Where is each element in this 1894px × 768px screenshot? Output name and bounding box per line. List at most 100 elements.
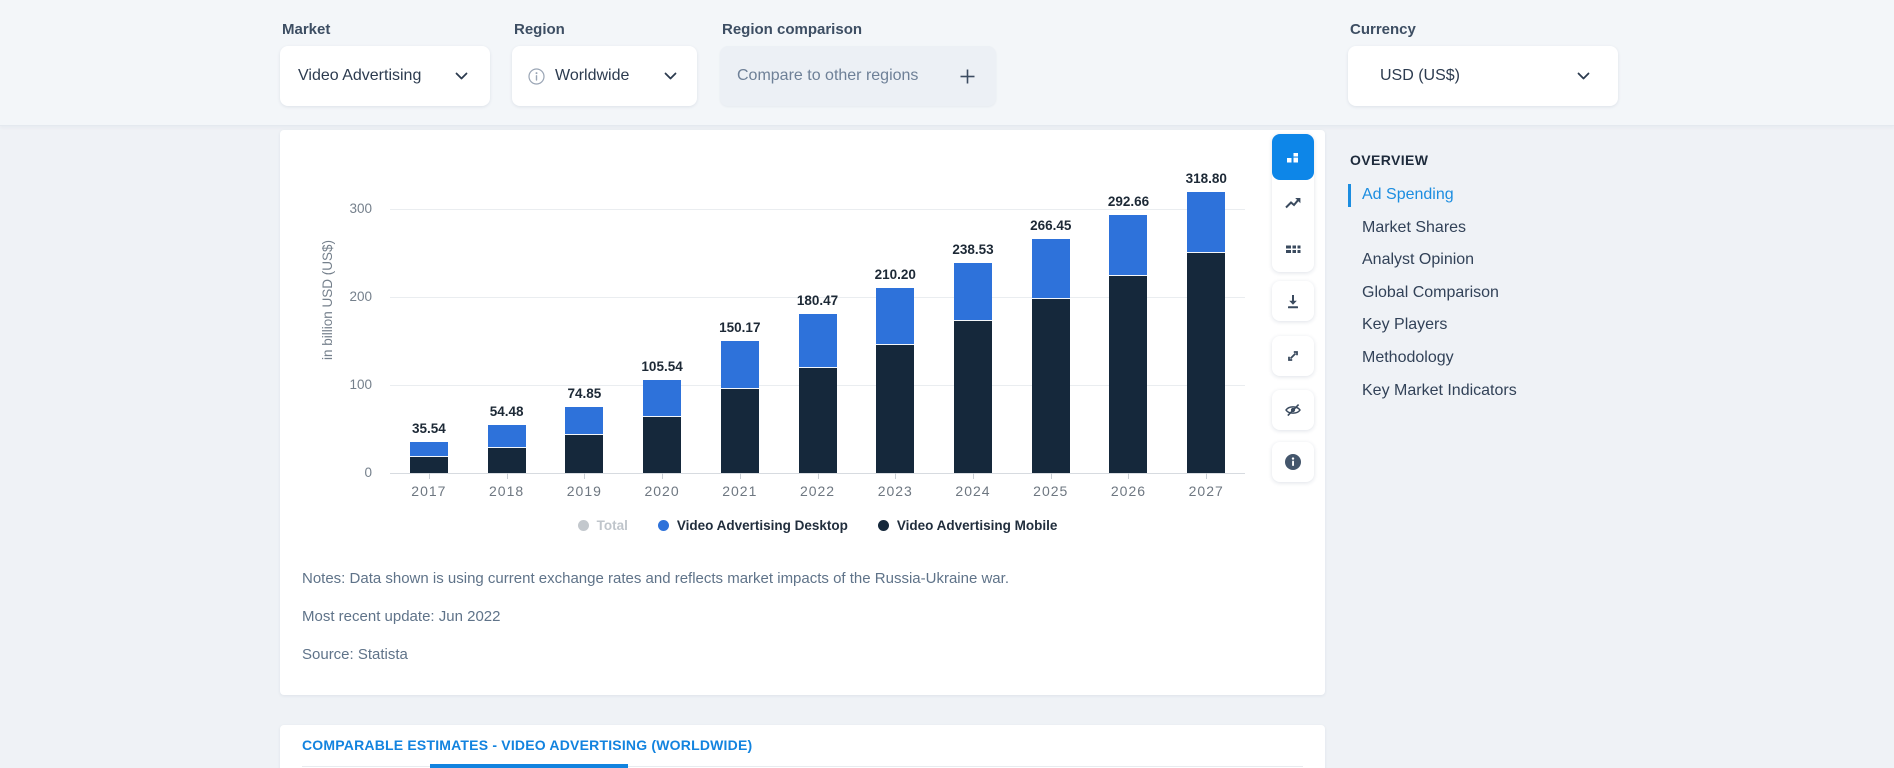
currency-dropdown[interactable]: USD (US$) bbox=[1348, 46, 1618, 106]
legend-dot-icon bbox=[657, 520, 669, 531]
bar-stack[interactable] bbox=[798, 314, 837, 473]
bar-stack[interactable] bbox=[954, 263, 992, 473]
legend-dot-icon bbox=[877, 520, 889, 531]
bar-segment-mobile[interactable] bbox=[643, 416, 682, 473]
bar-stack[interactable] bbox=[643, 380, 682, 473]
table-view-icon[interactable] bbox=[1272, 226, 1314, 272]
bar-segment-desktop[interactable] bbox=[565, 407, 604, 436]
bar-total-label: 266.45 bbox=[1030, 217, 1072, 233]
region-dropdown[interactable]: Worldwide bbox=[512, 46, 697, 106]
bar-segment-mobile[interactable] bbox=[1109, 275, 1148, 473]
bar-stack[interactable] bbox=[1109, 215, 1148, 473]
download-icon[interactable] bbox=[1272, 281, 1314, 321]
hide-data-eye-off-icon[interactable] bbox=[1272, 390, 1314, 430]
bar-group: 292.66 2026 bbox=[1090, 194, 1168, 499]
x-axis-tick bbox=[1050, 473, 1052, 479]
y-tick-label: 0 bbox=[364, 465, 372, 480]
x-tick-label: 2021 bbox=[722, 483, 758, 499]
bar-segment-mobile[interactable] bbox=[1031, 299, 1070, 473]
overview-sidenav: OVERVIEW Ad Spending Market Shares Analyst… bbox=[1348, 152, 1678, 407]
bar-stack[interactable] bbox=[565, 407, 604, 473]
bar-segment-mobile[interactable] bbox=[720, 389, 759, 473]
info-icon[interactable] bbox=[528, 67, 545, 85]
bar-segment-mobile[interactable] bbox=[487, 448, 526, 473]
bar-segment-mobile[interactable] bbox=[876, 345, 915, 473]
bar-segment-mobile[interactable] bbox=[565, 435, 604, 473]
x-axis-tick bbox=[895, 473, 897, 479]
bar-total-label: 238.53 bbox=[952, 242, 994, 258]
bar-segment-desktop[interactable] bbox=[798, 314, 837, 368]
sidebar-item-key-players[interactable]: Key Players bbox=[1348, 309, 1678, 342]
chevron-down-icon bbox=[455, 72, 468, 80]
bar-segment-desktop[interactable] bbox=[643, 380, 682, 417]
bar-segment-desktop[interactable] bbox=[1109, 215, 1148, 276]
bar-stack[interactable] bbox=[876, 288, 915, 473]
chart-bars: 35.54 2017 54.48 2018 74.85 2019 105.54 2020 150… bbox=[390, 171, 1245, 499]
bar-group: 35.54 2017 bbox=[390, 209, 468, 499]
region-filter-label: Region bbox=[514, 21, 565, 38]
bar-segment-desktop[interactable] bbox=[409, 441, 448, 457]
x-tick-label: 2022 bbox=[799, 483, 836, 499]
active-tab-indicator bbox=[430, 764, 628, 768]
legend-item[interactable]: Video Advertising Mobile bbox=[877, 518, 1057, 533]
market-dropdown[interactable]: Video Advertising bbox=[280, 46, 490, 106]
chart-card: in billion USD (US$) 0 100 200 300 35.54 201… bbox=[280, 130, 1325, 695]
bar-group: 150.17 2021 bbox=[701, 209, 779, 499]
bar-group: 180.47 2022 bbox=[779, 209, 857, 499]
bar-group: 210.20 2023 bbox=[856, 209, 934, 499]
bar-total-label: 105.54 bbox=[641, 359, 683, 375]
bar-segment-desktop[interactable] bbox=[1187, 192, 1226, 254]
currency-filter-label: Currency bbox=[1350, 21, 1416, 38]
bar-segment-desktop[interactable] bbox=[720, 340, 759, 390]
legend-item[interactable]: Total bbox=[577, 518, 628, 533]
y-tick-label: 100 bbox=[349, 377, 372, 392]
sidebar-item-ad-spending[interactable]: Ad Spending bbox=[1348, 179, 1678, 212]
bar-segment-desktop[interactable] bbox=[954, 263, 992, 322]
bar-stack[interactable] bbox=[720, 340, 759, 473]
sidebar-item-methodology[interactable]: Methodology bbox=[1348, 342, 1678, 375]
bar-segment-desktop[interactable] bbox=[876, 288, 915, 346]
bar-stack[interactable] bbox=[487, 425, 526, 473]
x-tick-label: 2025 bbox=[1033, 483, 1069, 499]
sidebar-item-analyst-opinion[interactable]: Analyst Opinion bbox=[1348, 244, 1678, 277]
legend-label: Total bbox=[596, 518, 628, 533]
bar-total-label: 35.54 bbox=[411, 420, 446, 436]
bar-stack[interactable] bbox=[409, 441, 448, 473]
sidebar-item-global-comparison[interactable]: Global Comparison bbox=[1348, 277, 1678, 310]
currency-filter-group: Currency USD (US$) bbox=[1348, 21, 1618, 106]
x-axis-tick bbox=[506, 473, 508, 479]
sidebar-item-key-market-indicators[interactable]: Key Market Indicators bbox=[1348, 375, 1678, 408]
stacked-bar-chart-icon[interactable] bbox=[1272, 134, 1314, 180]
filter-bar: Market Video Advertising Region Worldwid… bbox=[0, 0, 1894, 126]
currency-dropdown-value: USD (US$) bbox=[1380, 67, 1461, 84]
bar-group: 318.80 2027 bbox=[1167, 171, 1245, 499]
bar-segment-mobile[interactable] bbox=[1187, 253, 1226, 473]
bar-stack[interactable] bbox=[1031, 238, 1070, 473]
market-filter-label: Market bbox=[282, 21, 331, 38]
legend-item[interactable]: Video Advertising Desktop bbox=[657, 518, 848, 533]
sidebar-item-market-shares[interactable]: Market Shares bbox=[1348, 212, 1678, 245]
x-axis-tick bbox=[584, 473, 586, 479]
compare-regions-button[interactable]: Compare to other regions bbox=[720, 46, 996, 106]
x-tick-label: 2019 bbox=[566, 483, 602, 499]
x-tick-label: 2020 bbox=[644, 483, 680, 499]
market-dropdown-value: Video Advertising bbox=[298, 67, 422, 84]
bar-segment-desktop[interactable] bbox=[487, 425, 526, 449]
bar-segment-desktop[interactable] bbox=[1031, 238, 1070, 300]
bar-group: 238.53 2024 bbox=[934, 209, 1012, 499]
line-chart-icon[interactable] bbox=[1272, 180, 1314, 226]
legend-label: Video Advertising Desktop bbox=[676, 518, 848, 533]
x-axis-tick bbox=[1128, 473, 1130, 479]
bar-segment-mobile[interactable] bbox=[954, 321, 992, 473]
comparable-estimates-card: COMPARABLE ESTIMATES - VIDEO ADVERTISING… bbox=[280, 725, 1325, 768]
region-comparison-label: Region comparison bbox=[722, 21, 863, 38]
bar-segment-mobile[interactable] bbox=[409, 456, 448, 473]
sidenav-list: Ad Spending Market Shares Analyst Opinion G… bbox=[1348, 179, 1678, 407]
info-circle-icon[interactable] bbox=[1272, 442, 1314, 482]
fullscreen-icon[interactable] bbox=[1272, 336, 1314, 376]
x-tick-label: 2027 bbox=[1188, 483, 1224, 499]
bar-segment-mobile[interactable] bbox=[798, 367, 837, 473]
bar-stack[interactable] bbox=[1187, 192, 1226, 473]
bar-group: 266.45 2025 bbox=[1012, 209, 1090, 499]
chart-legend: Total Video Advertising Desktop Video Adve… bbox=[390, 518, 1245, 533]
